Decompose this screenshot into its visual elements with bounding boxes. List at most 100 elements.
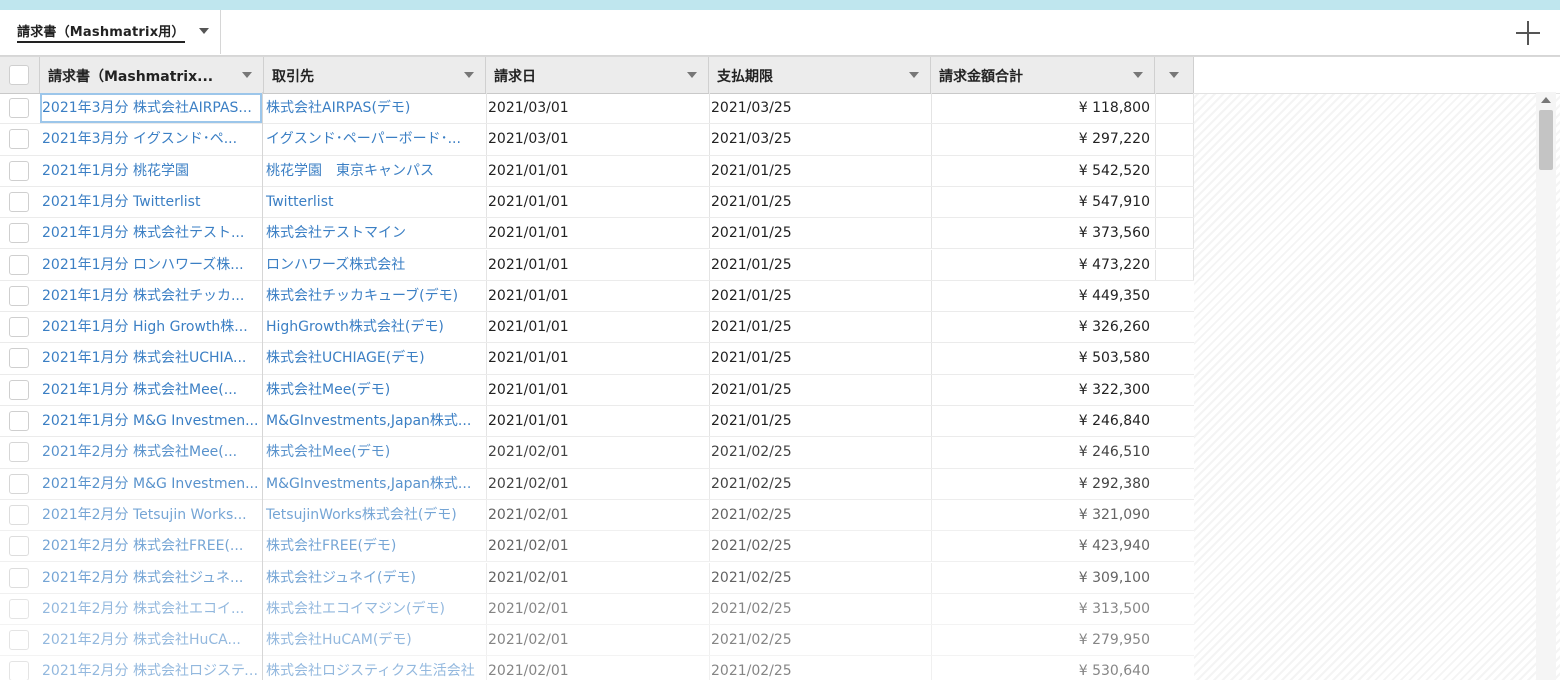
client-link[interactable]: 株式会社AIRPAS(デモ) bbox=[264, 93, 484, 123]
table-row[interactable]: 2021年1月分 桃花学園 桃花学園 東京キャンパス 2021/01/01 2021/… bbox=[0, 155, 1194, 187]
invoice-name-link[interactable]: 2021年1月分 株式会社Mee(... bbox=[40, 375, 262, 405]
client-link[interactable]: 株式会社ジュネイ(デモ) bbox=[264, 563, 484, 593]
client-link[interactable]: 株式会社Mee(デモ) bbox=[264, 375, 484, 405]
table-row[interactable]: 2021年1月分 High Growth株... HighGrowth株式会社(デ… bbox=[0, 312, 1194, 344]
client-link[interactable]: TetsujinWorks株式会社(デモ) bbox=[264, 500, 484, 530]
table-row[interactable]: 2021年1月分 Twitterlist Twitterlist 2021/01/0… bbox=[0, 186, 1194, 219]
row-checkbox[interactable] bbox=[9, 379, 29, 400]
table-row[interactable]: 2021年2月分 株式会社Mee(... 株式会社Mee(デモ) 2021/02/0… bbox=[0, 437, 1194, 469]
table-row[interactable]: 2021年3月分 イグスンド･ペ... イグスンド･ペーパーボード･... 2021… bbox=[0, 124, 1194, 156]
invoice-name-link[interactable]: 2021年1月分 株式会社チッカ... bbox=[40, 281, 262, 311]
tab-menu-chevron-icon[interactable] bbox=[199, 28, 209, 34]
add-tab-plus-icon[interactable] bbox=[1516, 19, 1544, 47]
client-link[interactable]: M&GInvestments,Japan株式... bbox=[264, 406, 484, 436]
row-checkbox[interactable] bbox=[9, 630, 29, 651]
invoice-name-link[interactable]: 2021年1月分 M&G Investmen... bbox=[40, 406, 262, 436]
table-row[interactable]: 2021年2月分 M&G Investmen... M&GInvestments,… bbox=[0, 468, 1194, 500]
client-link[interactable]: 株式会社HuCAM(デモ) bbox=[264, 625, 484, 655]
column-header-client[interactable]: 取引先 bbox=[264, 57, 486, 93]
table-row[interactable]: 2021年1月分 株式会社UCHIA... 株式会社UCHIAGE(デモ) 2021… bbox=[0, 343, 1194, 375]
row-checkbox[interactable] bbox=[9, 442, 29, 463]
cell-divider bbox=[709, 124, 710, 155]
invoice-name-link[interactable]: 2021年2月分 株式会社エコイ... bbox=[40, 594, 262, 624]
row-checkbox[interactable] bbox=[9, 223, 29, 244]
invoice-name-link[interactable]: 2021年3月分 イグスンド･ペ... bbox=[40, 124, 262, 154]
column-menu-chevron-icon[interactable] bbox=[464, 72, 474, 78]
invoice-name-link[interactable]: 2021年1月分 ロンハワーズ株... bbox=[40, 250, 262, 280]
column-header-total-amount[interactable]: 請求金額合計 bbox=[931, 57, 1155, 93]
client-link[interactable]: 株式会社FREE(デモ) bbox=[264, 531, 484, 561]
column-menu-chevron-icon[interactable] bbox=[687, 72, 697, 78]
client-link[interactable]: 株式会社ロジスティクス生活会社 bbox=[264, 656, 484, 680]
client-link[interactable]: 株式会社エコイマジン(デモ) bbox=[264, 594, 484, 624]
table-row[interactable]: 2021年1月分 ロンハワーズ株... ロンハワーズ株式会社 2021/01/01 2… bbox=[0, 249, 1194, 281]
invoice-name-link[interactable]: 2021年2月分 株式会社ジュネ... bbox=[40, 563, 262, 593]
row-checkbox[interactable] bbox=[9, 191, 29, 212]
client-link[interactable]: ロンハワーズ株式会社 bbox=[264, 250, 484, 280]
invoice-name-link[interactable]: 2021年2月分 株式会社HuCA... bbox=[40, 625, 262, 655]
add-column-chevron-icon[interactable] bbox=[1169, 72, 1179, 78]
column-header-invoice[interactable]: 請求書（Mashmatrix... bbox=[40, 57, 264, 93]
row-checkbox[interactable] bbox=[9, 411, 29, 431]
client-link[interactable]: HighGrowth株式会社(デモ) bbox=[264, 312, 484, 342]
column-menu-chevron-icon[interactable] bbox=[909, 72, 919, 78]
invoice-name-link[interactable]: 2021年1月分 株式会社UCHIA... bbox=[40, 343, 262, 373]
invoice-name-link[interactable]: 2021年2月分 株式会社FREE(... bbox=[40, 531, 262, 561]
invoice-name-link[interactable]: 2021年2月分 Tetsujin Works... bbox=[40, 500, 262, 530]
table-row[interactable]: 2021年2月分 株式会社FREE(... 株式会社FREE(デモ) 2021/02… bbox=[0, 531, 1194, 563]
invoice-name-link[interactable]: 2021年1月分 Twitterlist bbox=[40, 187, 262, 217]
table-row[interactable]: 2021年3月分 株式会社AIRPAS... 株式会社AIRPAS(デモ) 2021… bbox=[0, 93, 1194, 125]
add-column-header[interactable] bbox=[1155, 57, 1194, 93]
table-row[interactable]: 2021年1月分 株式会社テスト... 株式会社テストマイン 2021/01/01 2… bbox=[0, 218, 1194, 250]
row-checkbox[interactable] bbox=[9, 285, 29, 306]
table-row[interactable]: 2021年1月分 株式会社Mee(... 株式会社Mee(デモ) 2021/01/0… bbox=[0, 374, 1194, 406]
select-all-checkbox[interactable] bbox=[9, 65, 29, 85]
table-row[interactable]: 2021年2月分 株式会社ジュネ... 株式会社ジュネイ(デモ) 2021/02/0… bbox=[0, 562, 1194, 594]
table-row[interactable]: 2021年2月分 株式会社ロジスティ... 株式会社ロジスティクス生活会社 2021… bbox=[0, 656, 1194, 680]
row-checkbox[interactable] bbox=[9, 254, 29, 275]
invoice-name-link[interactable]: 2021年3月分 株式会社AIRPAS... bbox=[40, 93, 262, 124]
table-row[interactable]: 2021年2月分 株式会社HuCA... 株式会社HuCAM(デモ) 2021/02… bbox=[0, 625, 1194, 657]
client-link[interactable]: 桃花学園 東京キャンパス bbox=[264, 156, 484, 186]
row-checkbox[interactable] bbox=[9, 348, 29, 369]
table-row[interactable]: 2021年2月分 株式会社エコイ... 株式会社エコイマジン(デモ) 2021/02… bbox=[0, 593, 1194, 626]
vertical-scrollbar[interactable] bbox=[1536, 92, 1556, 680]
scrollbar-thumb[interactable] bbox=[1539, 110, 1553, 170]
invoice-name-link[interactable]: 2021年1月分 株式会社テスト... bbox=[40, 218, 262, 248]
column-header-invoice-date[interactable]: 請求日 bbox=[486, 57, 709, 93]
column-header-label: 請求金額合計 bbox=[939, 69, 1023, 85]
cell-divider bbox=[931, 593, 932, 625]
row-checkbox[interactable] bbox=[9, 129, 29, 150]
client-link[interactable]: 株式会社チッカキューブ(デモ) bbox=[264, 281, 484, 311]
client-link[interactable]: M&GInvestments,Japan株式... bbox=[264, 469, 484, 499]
row-checkbox[interactable] bbox=[9, 317, 29, 338]
row-checkbox[interactable] bbox=[9, 567, 29, 588]
row-checkbox[interactable] bbox=[9, 473, 29, 494]
row-checkbox[interactable] bbox=[9, 504, 29, 525]
invoice-name-link[interactable]: 2021年2月分 M&G Investmen... bbox=[40, 469, 262, 499]
column-menu-chevron-icon[interactable] bbox=[242, 72, 252, 78]
client-link[interactable]: イグスンド･ペーパーボード･... bbox=[264, 124, 484, 154]
due-date-cell: 2021/01/25 bbox=[711, 256, 792, 273]
column-menu-chevron-icon[interactable] bbox=[1133, 72, 1143, 78]
row-checkbox[interactable] bbox=[9, 598, 29, 619]
invoice-name-link[interactable]: 2021年2月分 株式会社ロジスティ... bbox=[40, 656, 262, 680]
invoice-name-link[interactable]: 2021年2月分 株式会社Mee(... bbox=[40, 437, 262, 467]
row-checkbox[interactable] bbox=[9, 661, 29, 680]
cell-divider bbox=[931, 249, 932, 280]
invoice-name-link[interactable]: 2021年1月分 桃花学園 bbox=[40, 156, 262, 186]
client-link[interactable]: 株式会社Mee(デモ) bbox=[264, 437, 484, 467]
client-link[interactable]: 株式会社テストマイン bbox=[264, 218, 484, 248]
table-row[interactable]: 2021年2月分 Tetsujin Works... TetsujinWorks株… bbox=[0, 499, 1194, 532]
client-link[interactable]: Twitterlist bbox=[264, 187, 484, 217]
table-row[interactable]: 2021年1月分 M&G Investmen... M&GInvestments,… bbox=[0, 406, 1194, 438]
tab-invoices[interactable]: 請求書（Mashmatrix用） bbox=[0, 10, 221, 54]
row-checkbox[interactable] bbox=[9, 160, 29, 181]
client-link[interactable]: 株式会社UCHIAGE(デモ) bbox=[264, 343, 484, 373]
table-row[interactable]: 2021年1月分 株式会社チッカ... 株式会社チッカキューブ(デモ) 2021/0… bbox=[0, 280, 1194, 313]
invoice-name-link[interactable]: 2021年1月分 High Growth株... bbox=[40, 312, 262, 342]
scroll-up-arrow-icon[interactable] bbox=[1541, 97, 1551, 103]
column-header-due-date[interactable]: 支払期限 bbox=[709, 57, 931, 93]
row-checkbox[interactable] bbox=[9, 98, 29, 118]
row-checkbox[interactable] bbox=[9, 536, 29, 557]
